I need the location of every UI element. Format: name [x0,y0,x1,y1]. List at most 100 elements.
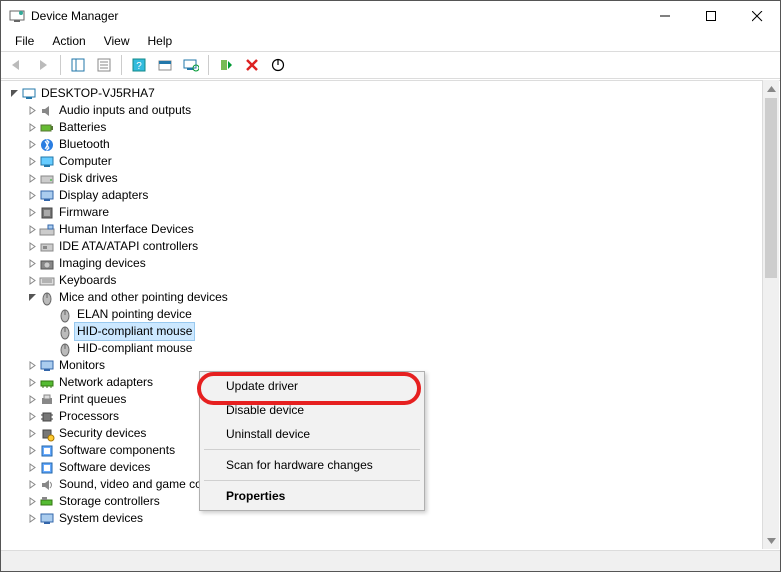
minimize-button[interactable] [642,1,688,31]
bluetooth-icon [39,137,55,153]
tree-item-keyboards[interactable]: Keyboards [3,272,780,289]
expand-icon[interactable] [25,376,39,390]
expand-icon[interactable] [25,121,39,135]
context-disable-device[interactable]: Disable device [202,398,422,422]
tree-item-computer[interactable]: Computer [3,153,780,170]
context-separator [204,449,420,450]
uninstall-device-button[interactable] [240,54,264,76]
tree-item-batteries[interactable]: Batteries [3,119,780,136]
tree-item-system[interactable]: System devices [3,510,780,527]
mouse-icon [39,290,55,306]
security-icon [39,426,55,442]
tree-item-mice-hid1[interactable]: HID-compliant mouse [3,323,780,340]
disable-device-button[interactable] [266,54,290,76]
expand-icon[interactable] [25,155,39,169]
mouse-icon [57,341,73,357]
audio-icon [39,103,55,119]
context-separator [204,480,420,481]
tree-item-firmware[interactable]: Firmware [3,204,780,221]
close-button[interactable] [734,1,780,31]
nav-forward-button[interactable] [31,54,55,76]
tree-item-imaging[interactable]: Imaging devices [3,255,780,272]
tree-item-display-adapters[interactable]: Display adapters [3,187,780,204]
selected-device-label: HID-compliant mouse [75,323,194,340]
tree-item-ide[interactable]: IDE ATA/ATAPI controllers [3,238,780,255]
computer-icon [39,154,55,170]
collapse-icon[interactable] [7,87,21,101]
battery-icon [39,120,55,136]
properties-button[interactable] [92,54,116,76]
ide-icon [39,239,55,255]
expand-icon[interactable] [25,240,39,254]
action-button[interactable] [153,54,177,76]
tree-item-hid[interactable]: Human Interface Devices [3,221,780,238]
expand-icon[interactable] [25,223,39,237]
collapse-icon[interactable] [25,291,39,305]
nav-back-button[interactable] [5,54,29,76]
tree-item-disk[interactable]: Disk drives [3,170,780,187]
scroll-down-button[interactable] [763,532,779,549]
toolbar-separator [208,55,209,75]
maximize-button[interactable] [688,1,734,31]
tree-item-mice[interactable]: Mice and other pointing devices [3,289,780,306]
app-icon [9,8,25,24]
scroll-up-button[interactable] [763,80,779,97]
imaging-icon [39,256,55,272]
expand-icon[interactable] [25,172,39,186]
context-menu: Update driver Disable device Uninstall d… [199,371,425,511]
computer-icon [21,86,37,102]
show-hide-console-button[interactable] [66,54,90,76]
tree-item-audio[interactable]: Audio inputs and outputs [3,102,780,119]
software-icon [39,460,55,476]
hid-icon [39,222,55,238]
expand-icon[interactable] [25,189,39,203]
display-adapter-icon [39,188,55,204]
expand-icon[interactable] [25,393,39,407]
tree-item-mice-hid2[interactable]: HID-compliant mouse [3,340,780,357]
tree-root-label: DESKTOP-VJ5RHA7 [39,85,157,102]
expand-icon[interactable] [25,138,39,152]
toolbar-separator [60,55,61,75]
update-driver-button[interactable] [214,54,238,76]
expand-icon[interactable] [25,274,39,288]
menu-view[interactable]: View [96,32,138,50]
system-icon [39,511,55,527]
tree-item-bluetooth[interactable]: Bluetooth [3,136,780,153]
sound-icon [39,477,55,493]
scroll-thumb[interactable] [765,98,777,278]
expand-icon[interactable] [25,206,39,220]
window-title: Device Manager [31,9,642,23]
toolbar-separator [121,55,122,75]
expand-icon[interactable] [25,257,39,271]
expand-icon[interactable] [25,512,39,526]
context-update-driver[interactable]: Update driver [202,374,422,398]
software-icon [39,443,55,459]
menu-action[interactable]: Action [44,32,93,50]
firmware-icon [39,205,55,221]
expand-icon[interactable] [25,444,39,458]
expand-icon[interactable] [25,461,39,475]
expand-icon[interactable] [25,495,39,509]
processor-icon [39,409,55,425]
vertical-scrollbar[interactable] [762,80,779,549]
help-button[interactable]: ? [127,54,151,76]
expand-icon[interactable] [25,359,39,373]
expand-icon[interactable] [25,478,39,492]
mouse-icon [57,307,73,323]
expand-icon[interactable] [25,427,39,441]
menu-help[interactable]: Help [140,32,181,50]
scan-hardware-button[interactable] [179,54,203,76]
menu-file[interactable]: File [7,32,42,50]
context-scan-hardware[interactable]: Scan for hardware changes [202,453,422,477]
tree-root[interactable]: DESKTOP-VJ5RHA7 [3,85,780,102]
monitor-icon [39,358,55,374]
network-icon [39,375,55,391]
expand-icon[interactable] [25,410,39,424]
title-bar: Device Manager [1,1,780,31]
tree-item-mice-elan[interactable]: ELAN pointing device [3,306,780,323]
context-properties[interactable]: Properties [202,484,422,508]
context-uninstall-device[interactable]: Uninstall device [202,422,422,446]
disk-icon [39,171,55,187]
storage-icon [39,494,55,510]
expand-icon[interactable] [25,104,39,118]
